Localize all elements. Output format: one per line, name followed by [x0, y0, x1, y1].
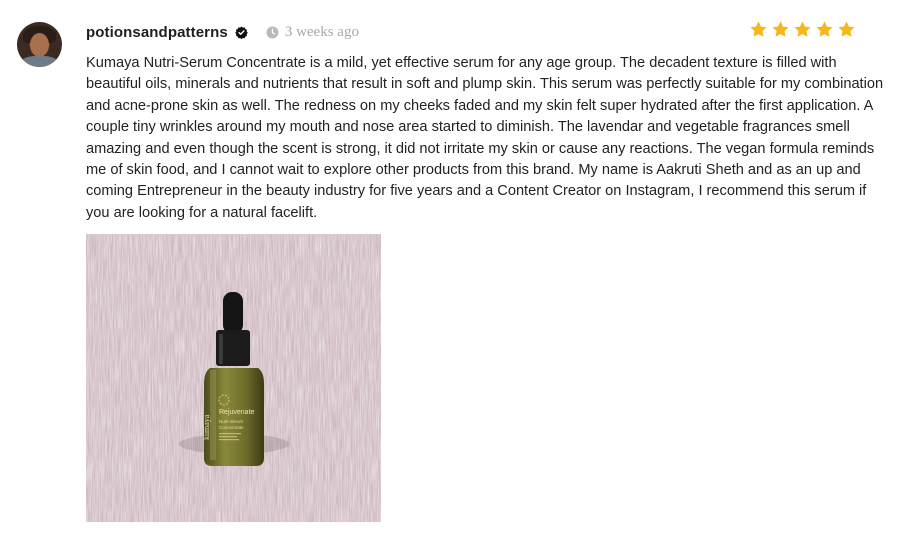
- star-icon: [815, 20, 834, 44]
- star-icon: [793, 20, 812, 44]
- dropper-bulb: [223, 292, 243, 334]
- username[interactable]: potionsandpatterns: [86, 24, 228, 41]
- verified-icon: [235, 26, 248, 39]
- star-rating: [749, 20, 856, 44]
- bottle-line2: Concentrate: [219, 425, 244, 430]
- star-icon: [771, 20, 790, 44]
- star-icon: [837, 20, 856, 44]
- bottle-product-name: Rejuvenate: [219, 409, 255, 416]
- bottle-line1: Nutri-Serum: [219, 419, 244, 424]
- review-photo[interactable]: kumaya Rejuvenate Nutri-Serum Concentrat…: [86, 234, 381, 522]
- product-photo-image: kumaya Rejuvenate Nutri-Serum Concentrat…: [86, 234, 381, 522]
- star-icon: [749, 20, 768, 44]
- clock-icon: [266, 26, 279, 39]
- review-card: potionsandpatterns 3 weeks ago Kumaya Nu…: [0, 0, 900, 540]
- review-body: Kumaya Nutri-Serum Concentrate is a mild…: [86, 55, 884, 221]
- bottle-brand: kumaya: [202, 414, 211, 440]
- avatar-shirt: [21, 56, 58, 67]
- review-header: potionsandpatterns 3 weeks ago: [86, 22, 359, 42]
- review-time: 3 weeks ago: [284, 23, 359, 40]
- avatar-face: [30, 33, 49, 57]
- avatar[interactable]: [17, 22, 62, 67]
